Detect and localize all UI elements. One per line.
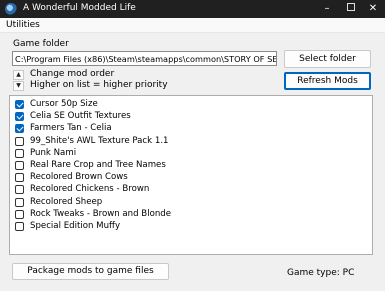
mod-name-label: Cursor 50p Size [30, 99, 98, 109]
mod-checkbox[interactable] [15, 161, 24, 170]
mod-list-item[interactable]: Celia SE Outfit Textures [15, 111, 355, 122]
app-window: A Wonderful Modded Life – ✕ Utilities Ga… [0, 0, 385, 291]
mod-checkbox[interactable] [15, 185, 24, 195]
mod-name-label: Recolored Sheep [30, 196, 103, 207]
mod-checkbox[interactable] [15, 209, 24, 219]
minimize-button[interactable]: – [315, 0, 339, 18]
move-up-button[interactable]: ▲ [13, 70, 24, 80]
app-globe-icon [5, 3, 17, 15]
change-order-label: Change mod order [30, 69, 115, 79]
mod-list-item[interactable]: Real Rare Crop and Tree Names [15, 160, 355, 171]
refresh-mods-button[interactable]: Refresh Mods [284, 72, 371, 90]
priority-hint-label: Higher on list = higher priority [30, 80, 168, 90]
game-folder-label: Game folder [13, 39, 69, 49]
mod-checkbox[interactable] [15, 148, 24, 158]
close-button[interactable]: ✕ [361, 0, 385, 18]
mod-name-label: Recolored Chickens - Brown [30, 184, 150, 195]
game-type-label: Game type: PC [287, 268, 355, 278]
mod-list-item[interactable]: 99_Shite's AWL Texture Pack 1.1 [15, 136, 355, 147]
move-down-button[interactable]: ▼ [13, 81, 24, 91]
mod-checkbox[interactable] [15, 197, 24, 207]
mod-name-label: Punk Nami [30, 147, 77, 158]
mod-name-label: 99_Shite's AWL Texture Pack 1.1 [30, 135, 169, 146]
mod-list-item[interactable]: Punk Nami [15, 148, 355, 159]
mod-checkbox[interactable] [15, 100, 24, 109]
mod-checkbox[interactable] [15, 136, 24, 146]
mod-list-item[interactable]: Special Edition Muffy [15, 221, 355, 232]
mod-name-label: Rock Tweaks - Brown and Blonde [30, 208, 172, 219]
mod-checkbox[interactable] [15, 173, 24, 183]
package-mods-button[interactable]: Package mods to game files [12, 263, 169, 280]
select-folder-button[interactable]: Select folder [284, 50, 371, 68]
mod-checkbox[interactable] [15, 222, 24, 231]
maximize-button[interactable] [339, 0, 363, 18]
mod-list-item[interactable]: Recolored Sheep [15, 197, 355, 208]
mod-name-label: Celia SE Outfit Textures [30, 111, 131, 122]
mod-checkbox[interactable] [15, 112, 24, 122]
mod-name-label: Farmers Tan - Celia [30, 123, 112, 134]
window-title: A Wonderful Modded Life [23, 3, 136, 13]
mod-list-item[interactable]: Farmers Tan - Celia [15, 123, 355, 134]
menu-bar: Utilities [0, 18, 385, 33]
title-bar[interactable]: A Wonderful Modded Life – ✕ [0, 0, 385, 18]
maximize-icon [347, 3, 355, 11]
mod-list-item[interactable]: Recolored Chickens - Brown [15, 184, 355, 195]
mod-list-item[interactable]: Cursor 50p Size [15, 99, 355, 110]
game-folder-path-field[interactable]: C:\Program Files (x86)\Steam\steamapps\c… [12, 51, 277, 66]
mod-list-item[interactable]: Recolored Brown Cows [15, 172, 355, 183]
mod-list-item[interactable]: Rock Tweaks - Brown and Blonde [15, 209, 355, 220]
mod-name-label: Special Edition Muffy [30, 221, 121, 231]
mod-name-label: Real Rare Crop and Tree Names [30, 160, 166, 170]
mod-checkbox[interactable] [15, 124, 24, 134]
mod-name-label: Recolored Brown Cows [30, 172, 128, 183]
mod-list[interactable]: Cursor 50p Size Celia SE Outfit Textures F… [9, 95, 373, 255]
menu-utilities[interactable]: Utilities [6, 20, 40, 30]
